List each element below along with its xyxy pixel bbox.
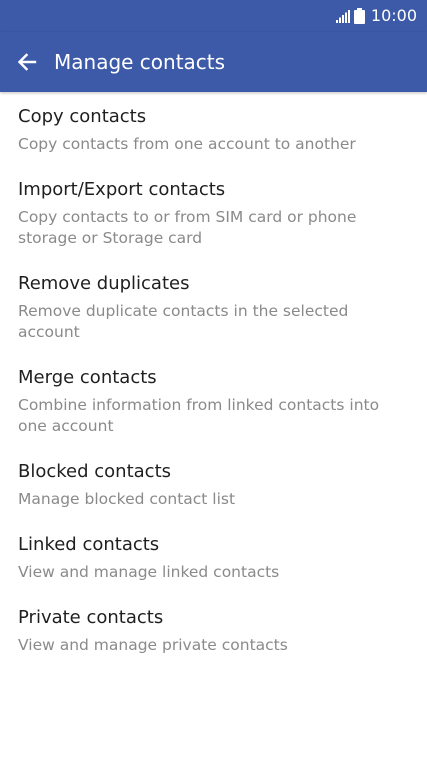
menu-item-title: Merge contacts (18, 367, 157, 388)
menu-item-description: Combine information from linked contacts… (18, 396, 380, 435)
clock: 10:00 (370, 6, 417, 25)
menu-item-title: Import/Export contacts (18, 179, 226, 200)
menu-item-blocked-contacts[interactable]: Blocked contacts Manage blocked contact … (0, 448, 427, 521)
signal-icon (335, 9, 350, 23)
page-title: Manage contacts (54, 50, 226, 74)
menu-item-private-contacts[interactable]: Private contacts View and manage private… (0, 594, 427, 667)
menu-item-title: Private contacts (18, 607, 164, 628)
status-bar: 10:00 (0, 0, 427, 32)
menu-item-title: Blocked contacts (18, 461, 171, 482)
menu-item-description: Copy contacts to or from SIM card or pho… (18, 208, 357, 247)
back-button[interactable] (10, 45, 44, 79)
menu-item-description: Copy contacts from one account to anothe… (18, 135, 356, 153)
menu-item-title: Remove duplicates (18, 273, 190, 294)
menu-item-title: Copy contacts (18, 106, 147, 127)
menu-item-linked-contacts[interactable]: Linked contacts View and manage linked c… (0, 521, 427, 594)
menu-list: Copy contacts Copy contacts from one acc… (0, 93, 427, 667)
arrow-left-icon (17, 53, 37, 71)
menu-item-description: Manage blocked contact list (18, 490, 236, 508)
menu-item-import-export-contacts[interactable]: Import/Export contacts Copy contacts to … (0, 166, 427, 260)
menu-item-copy-contacts[interactable]: Copy contacts Copy contacts from one acc… (0, 93, 427, 166)
menu-item-description: Remove duplicate contacts in the selecte… (18, 302, 349, 341)
app-bar: Manage contacts (0, 32, 427, 92)
battery-icon (353, 8, 365, 24)
menu-item-merge-contacts[interactable]: Merge contacts Combine information from … (0, 354, 427, 448)
status-indicators: 10:00 (335, 6, 417, 26)
menu-item-title: Linked contacts (18, 534, 160, 555)
menu-item-description: View and manage private contacts (18, 636, 288, 654)
menu-item-remove-duplicates[interactable]: Remove duplicates Remove duplicate conta… (0, 260, 427, 354)
menu-item-description: View and manage linked contacts (18, 563, 280, 581)
